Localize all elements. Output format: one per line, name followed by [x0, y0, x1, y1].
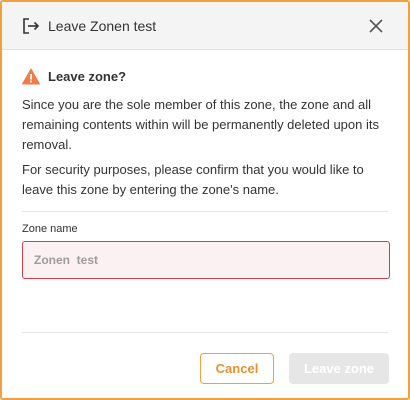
cancel-button[interactable]: Cancel: [200, 353, 274, 384]
leave-zone-button[interactable]: Leave zone: [289, 353, 389, 384]
close-icon[interactable]: [366, 16, 386, 36]
zone-name-input[interactable]: [22, 241, 390, 279]
footer-divider: [22, 332, 388, 333]
warning-message: Since you are the sole member of this zo…: [22, 97, 379, 152]
divider: [22, 211, 388, 212]
dialog-title: Leave Zonen test: [48, 18, 157, 34]
confirmation-instruction: For security purposes, please confirm th…: [22, 162, 364, 197]
zone-name-label: Zone name: [22, 223, 78, 235]
warning-title: Leave zone?: [48, 69, 127, 84]
logout-icon: [23, 18, 40, 34]
dialog-header: Leave Zonen test: [2, 2, 408, 50]
leave-zone-dialog: Leave Zonen test Leave zone? Since you a…: [0, 0, 410, 400]
warning-icon: [22, 68, 40, 85]
